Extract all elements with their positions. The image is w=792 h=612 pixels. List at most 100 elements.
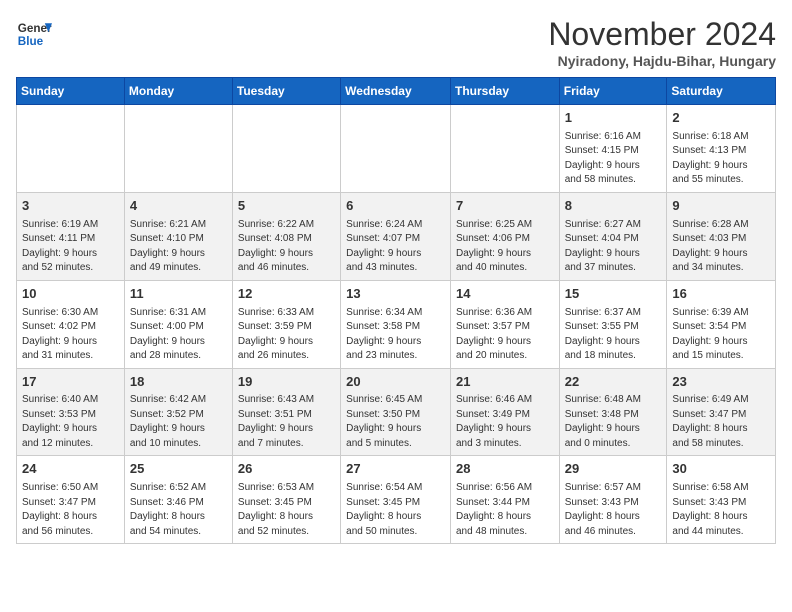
day-info: Sunset: 3:55 PM — [565, 320, 662, 335]
day-number: 11 — [130, 285, 227, 304]
day-info: Sunrise: 6:33 AM — [238, 306, 335, 321]
day-info: Daylight: 9 hours — [22, 247, 119, 262]
day-info: Daylight: 9 hours — [565, 247, 662, 262]
calendar-week-row: 3Sunrise: 6:19 AMSunset: 4:11 PMDaylight… — [17, 192, 776, 280]
day-info: and 0 minutes. — [565, 437, 662, 452]
weekday-header: Tuesday — [232, 78, 340, 105]
weekday-header: Thursday — [450, 78, 559, 105]
day-info: Sunset: 4:11 PM — [22, 232, 119, 247]
day-number: 18 — [130, 373, 227, 392]
calendar-week-row: 17Sunrise: 6:40 AMSunset: 3:53 PMDayligh… — [17, 368, 776, 456]
day-info: Sunset: 4:08 PM — [238, 232, 335, 247]
day-number: 25 — [130, 460, 227, 479]
calendar-header-row: SundayMondayTuesdayWednesdayThursdayFrid… — [17, 78, 776, 105]
day-info: Sunrise: 6:56 AM — [456, 481, 554, 496]
calendar-cell: 4Sunrise: 6:21 AMSunset: 4:10 PMDaylight… — [124, 192, 232, 280]
day-info: and 31 minutes. — [22, 349, 119, 364]
day-info: Sunset: 4:15 PM — [565, 144, 662, 159]
day-info: Daylight: 9 hours — [346, 335, 445, 350]
day-info: Sunrise: 6:48 AM — [565, 393, 662, 408]
calendar-cell — [341, 105, 451, 193]
day-info: Daylight: 9 hours — [22, 422, 119, 437]
day-info: and 56 minutes. — [22, 525, 119, 540]
day-info: Sunrise: 6:25 AM — [456, 218, 554, 233]
day-info: Daylight: 9 hours — [672, 247, 770, 262]
day-number: 24 — [22, 460, 119, 479]
weekday-header: Monday — [124, 78, 232, 105]
calendar-cell: 17Sunrise: 6:40 AMSunset: 3:53 PMDayligh… — [17, 368, 125, 456]
day-number: 30 — [672, 460, 770, 479]
day-info: Sunset: 3:51 PM — [238, 408, 335, 423]
calendar-cell: 8Sunrise: 6:27 AMSunset: 4:04 PMDaylight… — [559, 192, 667, 280]
day-info: and 52 minutes. — [238, 525, 335, 540]
calendar-cell: 26Sunrise: 6:53 AMSunset: 3:45 PMDayligh… — [232, 456, 340, 544]
day-info: and 50 minutes. — [346, 525, 445, 540]
day-info: Sunset: 3:46 PM — [130, 496, 227, 511]
day-info: Daylight: 9 hours — [672, 159, 770, 174]
day-info: Sunset: 3:49 PM — [456, 408, 554, 423]
day-info: Daylight: 9 hours — [22, 335, 119, 350]
day-info: and 46 minutes. — [565, 525, 662, 540]
calendar-cell: 10Sunrise: 6:30 AMSunset: 4:02 PMDayligh… — [17, 280, 125, 368]
day-number: 27 — [346, 460, 445, 479]
day-info: and 40 minutes. — [456, 261, 554, 276]
day-number: 1 — [565, 109, 662, 128]
calendar-cell: 14Sunrise: 6:36 AMSunset: 3:57 PMDayligh… — [450, 280, 559, 368]
calendar-cell: 23Sunrise: 6:49 AMSunset: 3:47 PMDayligh… — [667, 368, 776, 456]
day-info: Daylight: 9 hours — [456, 422, 554, 437]
day-info: and 58 minutes. — [672, 437, 770, 452]
day-info: Sunrise: 6:19 AM — [22, 218, 119, 233]
day-info: Sunrise: 6:40 AM — [22, 393, 119, 408]
calendar-week-row: 24Sunrise: 6:50 AMSunset: 3:47 PMDayligh… — [17, 456, 776, 544]
calendar-cell: 25Sunrise: 6:52 AMSunset: 3:46 PMDayligh… — [124, 456, 232, 544]
day-info: and 48 minutes. — [456, 525, 554, 540]
day-number: 14 — [456, 285, 554, 304]
day-info: and 23 minutes. — [346, 349, 445, 364]
calendar-cell: 16Sunrise: 6:39 AMSunset: 3:54 PMDayligh… — [667, 280, 776, 368]
day-info: Daylight: 9 hours — [238, 247, 335, 262]
day-info: and 52 minutes. — [22, 261, 119, 276]
day-info: Sunrise: 6:31 AM — [130, 306, 227, 321]
day-number: 2 — [672, 109, 770, 128]
calendar-cell: 3Sunrise: 6:19 AMSunset: 4:11 PMDaylight… — [17, 192, 125, 280]
weekday-header: Friday — [559, 78, 667, 105]
day-info: Sunset: 3:45 PM — [346, 496, 445, 511]
day-info: Sunrise: 6:24 AM — [346, 218, 445, 233]
calendar-cell: 28Sunrise: 6:56 AMSunset: 3:44 PMDayligh… — [450, 456, 559, 544]
day-info: Daylight: 9 hours — [238, 422, 335, 437]
day-info: Sunset: 3:52 PM — [130, 408, 227, 423]
day-info: Sunset: 3:54 PM — [672, 320, 770, 335]
day-info: Sunset: 4:06 PM — [456, 232, 554, 247]
calendar-cell: 19Sunrise: 6:43 AMSunset: 3:51 PMDayligh… — [232, 368, 340, 456]
logo-icon: General Blue — [16, 16, 52, 52]
day-info: Daylight: 9 hours — [565, 422, 662, 437]
calendar-cell: 20Sunrise: 6:45 AMSunset: 3:50 PMDayligh… — [341, 368, 451, 456]
calendar-cell: 18Sunrise: 6:42 AMSunset: 3:52 PMDayligh… — [124, 368, 232, 456]
weekday-header: Wednesday — [341, 78, 451, 105]
svg-text:Blue: Blue — [18, 35, 44, 48]
day-info: Daylight: 8 hours — [565, 510, 662, 525]
calendar-cell — [17, 105, 125, 193]
day-info: Sunrise: 6:36 AM — [456, 306, 554, 321]
day-info: Sunrise: 6:27 AM — [565, 218, 662, 233]
day-info: Sunset: 3:59 PM — [238, 320, 335, 335]
day-info: Sunset: 4:03 PM — [672, 232, 770, 247]
day-info: Sunset: 3:47 PM — [672, 408, 770, 423]
calendar-cell: 13Sunrise: 6:34 AMSunset: 3:58 PMDayligh… — [341, 280, 451, 368]
calendar-cell: 11Sunrise: 6:31 AMSunset: 4:00 PMDayligh… — [124, 280, 232, 368]
day-info: and 43 minutes. — [346, 261, 445, 276]
day-info: Sunrise: 6:45 AM — [346, 393, 445, 408]
day-info: Daylight: 8 hours — [346, 510, 445, 525]
day-info: Daylight: 9 hours — [565, 159, 662, 174]
day-info: and 46 minutes. — [238, 261, 335, 276]
day-info: and 49 minutes. — [130, 261, 227, 276]
day-info: Daylight: 8 hours — [672, 422, 770, 437]
day-info: and 12 minutes. — [22, 437, 119, 452]
day-number: 23 — [672, 373, 770, 392]
day-info: Sunset: 4:04 PM — [565, 232, 662, 247]
calendar-cell: 30Sunrise: 6:58 AMSunset: 3:43 PMDayligh… — [667, 456, 776, 544]
day-number: 20 — [346, 373, 445, 392]
day-info: Sunrise: 6:28 AM — [672, 218, 770, 233]
day-info: Sunset: 4:10 PM — [130, 232, 227, 247]
day-info: Sunrise: 6:43 AM — [238, 393, 335, 408]
